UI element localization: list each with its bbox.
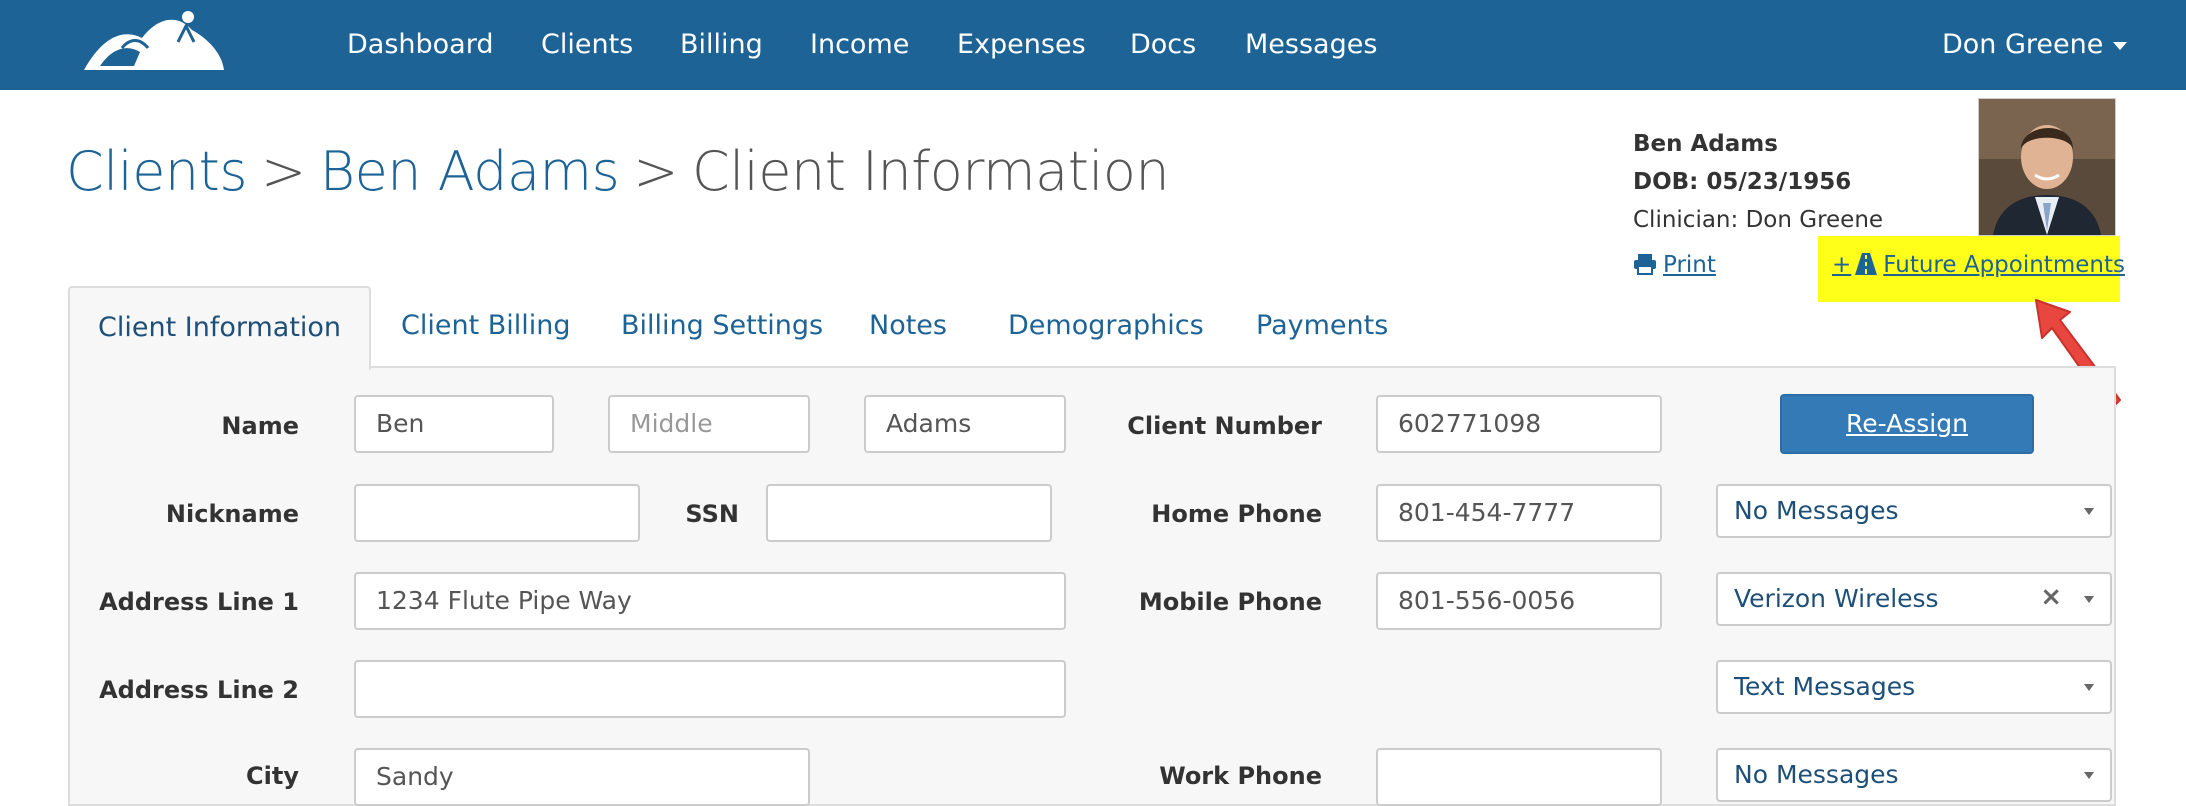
nav-billing[interactable]: Billing <box>680 26 763 64</box>
client-number-input[interactable]: 602771098 <box>1376 395 1662 453</box>
mobile-phone-messages-value: Text Messages <box>1734 672 1916 701</box>
road-icon <box>1855 253 1878 275</box>
breadcrumb-separator: > <box>260 140 306 203</box>
tab-demographics[interactable]: Demographics <box>1008 286 1204 366</box>
nav-clients[interactable]: Clients <box>541 26 633 64</box>
carrier-select[interactable]: Verizon Wireless × <box>1716 572 2112 626</box>
tab-client-billing[interactable]: Client Billing <box>401 286 571 366</box>
client-number-label: Client Number <box>1127 412 1322 440</box>
city-label: City <box>246 762 299 790</box>
chevron-down-icon <box>2084 596 2094 603</box>
address-line-1-input[interactable]: 1234 Flute Pipe Way <box>354 572 1066 630</box>
breadcrumb-client[interactable]: Ben Adams <box>320 140 620 203</box>
name-label: Name <box>221 412 299 440</box>
tab-notes[interactable]: Notes <box>869 286 947 366</box>
tab-billing-settings[interactable]: Billing Settings <box>621 286 823 366</box>
middle-name-input[interactable]: Middle <box>608 395 810 453</box>
breadcrumb: Clients > Ben Adams > Client Information <box>66 140 1170 203</box>
client-dob: DOB: 05/23/1956 <box>1633 169 1852 195</box>
chevron-down-icon <box>2084 684 2094 691</box>
work-phone-label: Work Phone <box>1159 762 1322 790</box>
home-phone-messages-select[interactable]: No Messages <box>1716 484 2112 538</box>
clear-icon[interactable]: × <box>2040 574 2062 622</box>
user-name: Don Greene <box>1942 29 2104 60</box>
client-clinician: Clinician: Don Greene <box>1633 207 1884 233</box>
last-name-input[interactable]: Adams <box>864 395 1066 453</box>
tab-client-information[interactable]: Client Information <box>68 286 372 370</box>
nav-expenses[interactable]: Expenses <box>957 26 1086 64</box>
nav-messages[interactable]: Messages <box>1245 26 1377 64</box>
user-menu[interactable]: Don Greene <box>1942 26 2128 64</box>
client-photo <box>1979 99 2115 235</box>
mobile-phone-input[interactable]: 801-556-0056 <box>1376 572 1662 630</box>
nav-income[interactable]: Income <box>810 26 909 64</box>
caret-down-icon <box>2113 41 2128 50</box>
ssn-input[interactable] <box>766 484 1052 542</box>
address-line-2-label: Address Line 2 <box>99 676 299 704</box>
top-navbar: Dashboard Clients Billing Income Expense… <box>0 0 2186 90</box>
avatar <box>1978 98 2116 236</box>
future-appointments-label: Future Appointments <box>1883 252 2125 278</box>
breadcrumb-current: Client Information <box>692 140 1170 203</box>
home-phone-label: Home Phone <box>1151 500 1322 528</box>
breadcrumb-separator: > <box>633 140 679 203</box>
print-label: Print <box>1663 252 1716 278</box>
nav-dashboard[interactable]: Dashboard <box>347 26 493 64</box>
work-phone-messages-value: No Messages <box>1734 760 1899 789</box>
work-phone-messages-select[interactable]: No Messages <box>1716 748 2112 802</box>
client-summary: Ben Adams DOB: 05/23/1956 Clinician: Don… <box>1633 125 1883 239</box>
printer-icon <box>1634 254 1656 275</box>
work-phone-input[interactable] <box>1376 748 1662 806</box>
chevron-down-icon <box>2084 508 2094 515</box>
reassign-button[interactable]: Re-Assign <box>1780 394 2034 454</box>
nickname-input[interactable] <box>354 484 640 542</box>
home-phone-input[interactable]: 801-454-7777 <box>1376 484 1662 542</box>
first-name-input[interactable]: Ben <box>354 395 554 453</box>
print-link[interactable]: Print <box>1633 252 1716 278</box>
nickname-label: Nickname <box>165 500 299 528</box>
home-phone-messages-value: No Messages <box>1734 496 1899 525</box>
carrier-value: Verizon Wireless <box>1734 584 1939 613</box>
client-name: Ben Adams <box>1633 131 1778 157</box>
ssn-label: SSN <box>685 500 739 528</box>
breadcrumb-clients[interactable]: Clients <box>66 140 247 203</box>
mobile-phone-messages-select[interactable]: Text Messages <box>1716 660 2112 714</box>
future-appointments-plus: + <box>1832 252 1852 278</box>
address-line-2-input[interactable] <box>354 660 1066 718</box>
mobile-phone-label: Mobile Phone <box>1138 588 1322 616</box>
future-appointments-link[interactable]: + Future Appointments <box>1818 236 2125 302</box>
nav-docs[interactable]: Docs <box>1130 26 1196 64</box>
tab-payments[interactable]: Payments <box>1256 286 1388 366</box>
city-input[interactable]: Sandy <box>354 748 810 806</box>
address-line-1-label: Address Line 1 <box>99 588 299 616</box>
brand-logo[interactable] <box>82 8 226 76</box>
